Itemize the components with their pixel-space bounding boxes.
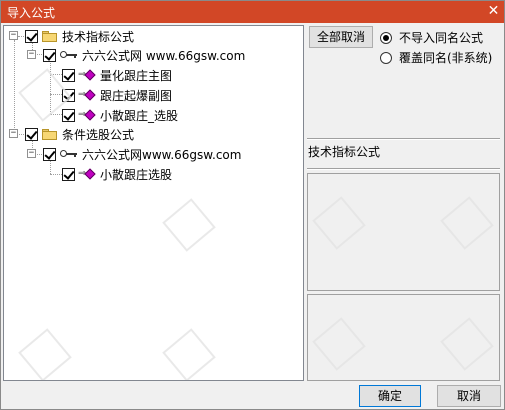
radio-label: 不导入同名公式 [399,31,484,45]
node-label: 小散跟庄选股 [100,167,173,182]
node-checkbox[interactable] [62,108,75,122]
node-label: 跟庄起爆副图 [100,88,173,103]
skip-duplicate-radio[interactable]: 不导入同名公式 [380,29,483,46]
collapse-toggle[interactable]: − [9,31,18,40]
cancel-button[interactable]: 取消 [437,385,501,407]
node-checkbox[interactable] [25,29,38,43]
node-label: 六六公式网www.66gsw.com [82,147,242,162]
node-checkbox[interactable] [25,127,38,141]
formula-description-box [307,173,500,291]
key-icon [60,50,78,60]
watermark-stamp [312,317,366,371]
close-icon[interactable]: ✕ [485,4,502,20]
formula-icon: ⇒ [78,69,96,81]
key-icon [60,149,78,159]
node-label: 小散跟庄_选股 [100,108,179,123]
tree-connector [50,174,62,175]
watermark-stamp [312,196,366,250]
node-checkbox[interactable] [62,167,75,181]
node-label: 条件选股公式 [62,127,135,142]
node-label: 六六公式网 www.66gsw.com [82,48,246,63]
separator [307,168,500,170]
import-formula-dialog: 导入公式 ✕ − − − − 技术指标公式 六六公式网 www.66gsw.co… [0,0,505,410]
formula-icon: ⇒ [78,168,96,180]
watermark-stamp [162,198,216,252]
node-checkbox[interactable] [62,68,75,82]
tree-node-formula[interactable]: ⇒ 小散跟庄选股 [62,165,172,183]
tree-node-source-site[interactable]: 六六公式网www.66gsw.com [43,145,241,163]
category-label: 技术指标公式 [308,145,381,159]
node-checkbox[interactable] [43,147,56,161]
tree-node-formula[interactable]: ⇒ 小散跟庄_选股 [62,106,178,124]
formula-icon: ⇒ [78,89,96,101]
tree-node-formula[interactable]: ⇒ 跟庄起爆副图 [62,86,172,104]
folder-icon [42,30,58,42]
tree-connector [50,114,62,115]
formula-tree[interactable]: − − − − 技术指标公式 六六公式网 www.66gsw.com ⇒ 量化跟… [3,25,304,381]
tree-node-technical-formulas[interactable]: 技术指标公式 [25,27,134,45]
tree-node-formula[interactable]: ⇒ 量化跟庄主图 [62,66,172,84]
title-bar[interactable]: 导入公式 ✕ [1,1,504,23]
watermark-stamp [440,317,494,371]
tree-node-source-site[interactable]: 六六公式网 www.66gsw.com [43,46,245,64]
radio-label: 覆盖同名(非系统) [399,51,493,65]
watermark-stamp [162,328,216,380]
collapse-toggle[interactable]: − [27,149,36,158]
watermark-stamp [18,328,72,380]
radio-indicator[interactable] [380,51,392,64]
node-label: 量化跟庄主图 [100,68,173,83]
node-label: 技术指标公式 [62,29,135,44]
collapse-toggle[interactable]: − [9,129,18,138]
folder-icon [42,128,58,140]
node-checkbox[interactable] [43,48,56,62]
overwrite-duplicate-radio[interactable]: 覆盖同名(非系统) [380,49,492,66]
formula-icon: ⇒ [78,109,96,121]
collapse-toggle[interactable]: − [27,50,36,59]
watermark-stamp [440,196,494,250]
tree-connector [14,40,15,132]
deselect-all-button[interactable]: 全部取消 [309,26,373,48]
formula-detail-box [307,294,500,381]
radio-indicator[interactable] [380,31,392,44]
separator [307,138,500,140]
ok-button[interactable]: 确定 [359,385,421,407]
window-title: 导入公式 [7,6,56,20]
tree-node-screening-formulas[interactable]: 条件选股公式 [25,125,134,143]
